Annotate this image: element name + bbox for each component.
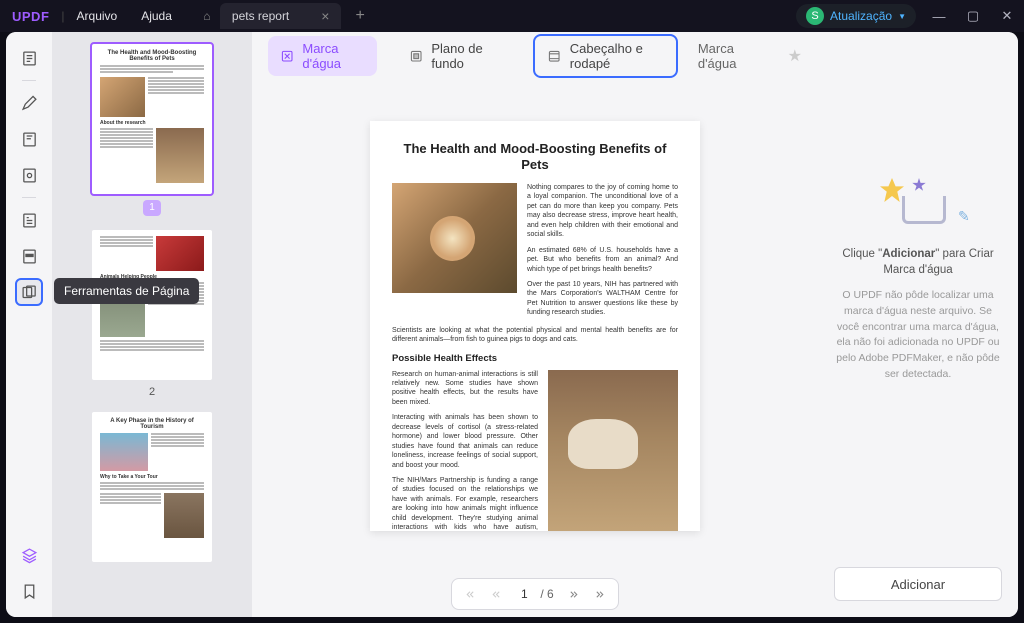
app-frame: Ferramentas de Página The Health and Moo… — [6, 32, 1018, 617]
tool-label: Plano de fundo — [431, 41, 501, 71]
paragraph: Nothing compares to the joy of coming ho… — [527, 183, 678, 240]
document-viewport[interactable]: The Health and Mood-Boosting Benefits of… — [252, 80, 818, 571]
page-tools-toolbar: Marca d'água Plano de fundo Cabeçalho e … — [252, 32, 818, 80]
document-tab[interactable]: pets report × — [220, 3, 342, 29]
reader-tool-icon[interactable] — [15, 44, 43, 72]
ocr-tool-icon[interactable] — [15, 161, 43, 189]
separator — [22, 197, 36, 198]
menu-help[interactable]: Ajuda — [129, 9, 184, 23]
cat-image — [392, 183, 517, 293]
favorite-icon[interactable]: ★ — [788, 46, 802, 66]
page-thumbnail-3[interactable]: A Key Phase in the History of Tourism Wh… — [92, 412, 212, 562]
page-thumbnail-1[interactable]: The Health and Mood-Boosting Benefits of… — [92, 44, 212, 194]
close-button[interactable]: ✕ — [990, 8, 1024, 24]
user-avatar: S — [806, 7, 824, 25]
dog-cat-image — [548, 370, 678, 531]
tool-label: Cabeçalho e rodapé — [570, 41, 664, 71]
watermark-tab[interactable]: Marca d'água — [268, 36, 377, 76]
page-input[interactable] — [510, 587, 538, 601]
form-tool-icon[interactable] — [15, 206, 43, 234]
paragraph: The NIH/Mars Partnership is funding a ra… — [392, 476, 538, 531]
minimize-button[interactable]: — — [922, 9, 956, 24]
doc-title: The Health and Mood-Boosting Benefits of… — [392, 141, 678, 174]
header-footer-icon — [547, 47, 561, 65]
new-tab-button[interactable]: + — [349, 7, 370, 25]
panel-description: O UPDF não pôde localizar uma marca d'ág… — [834, 288, 1002, 383]
page-badge: 1 — [143, 200, 161, 216]
panel-instruction: Clique "Adicionar" para Criar Marca d'ág… — [834, 246, 1002, 278]
page-navigation: / 6 — [252, 571, 818, 617]
first-page-button[interactable] — [458, 582, 482, 606]
page-number: 2 — [64, 386, 240, 398]
document-page: The Health and Mood-Boosting Benefits of… — [370, 121, 700, 531]
background-tab[interactable]: Plano de fundo — [397, 36, 513, 76]
doc-subheading: Possible Health Effects — [392, 353, 678, 364]
watermark-icon — [280, 47, 294, 65]
empty-state-illustration: ✎ — [834, 168, 1002, 238]
redact-tool-icon[interactable] — [15, 242, 43, 270]
bookmark-icon[interactable] — [15, 577, 43, 605]
tooltip: Ferramentas de Página — [54, 278, 199, 304]
thumbnails-panel: The Health and Mood-Boosting Benefits of… — [52, 32, 252, 617]
right-panel: ✎ Clique "Adicionar" para Criar Marca d'… — [818, 32, 1018, 617]
add-button[interactable]: Adicionar — [834, 567, 1002, 601]
comment-tool-icon[interactable] — [15, 89, 43, 117]
layers-icon[interactable] — [15, 541, 43, 569]
page-tools-icon[interactable] — [15, 278, 43, 306]
paragraph: Scientists are looking at what the poten… — [392, 326, 678, 345]
tabs: ⌂ pets report × + — [194, 0, 371, 32]
paragraph: An estimated 68% of U.S. households have… — [527, 246, 678, 274]
page-thumbnail-2[interactable]: Animals Helping People — [92, 230, 212, 380]
last-page-button[interactable] — [588, 582, 612, 606]
close-tab-icon[interactable]: × — [321, 8, 329, 24]
dropdown-icon: ▼ — [898, 12, 906, 21]
left-toolbar: Ferramentas de Página — [6, 32, 52, 617]
maximize-button[interactable]: ▢ — [956, 8, 990, 24]
prev-page-button[interactable] — [484, 582, 508, 606]
upgrade-badge[interactable]: S Atualização ▼ — [796, 4, 916, 28]
page-total: / 6 — [540, 587, 559, 601]
menu-file[interactable]: Arquivo — [65, 9, 130, 23]
header-footer-tab[interactable]: Cabeçalho e rodapé — [533, 34, 678, 78]
tool-label: Marca d'água — [302, 41, 365, 71]
paragraph: Over the past 10 years, NIH has partnere… — [527, 280, 678, 318]
edit-tool-icon[interactable] — [15, 125, 43, 153]
center-area: Marca d'água Plano de fundo Cabeçalho e … — [252, 32, 818, 617]
next-page-button[interactable] — [562, 582, 586, 606]
paragraph: Research on human-animal interactions is… — [392, 370, 538, 408]
home-tab[interactable]: ⌂ — [194, 0, 220, 32]
background-icon — [409, 47, 423, 65]
separator — [22, 80, 36, 81]
upgrade-label: Atualização — [830, 9, 892, 23]
title-bar: UPDF | Arquivo Ajuda ⌂ pets report × + S… — [0, 0, 1024, 32]
panel-title: Marca d'água — [698, 41, 762, 71]
paragraph: Interacting with animals has been shown … — [392, 413, 538, 470]
tab-title: pets report — [232, 9, 289, 23]
app-logo: UPDF — [0, 9, 61, 24]
